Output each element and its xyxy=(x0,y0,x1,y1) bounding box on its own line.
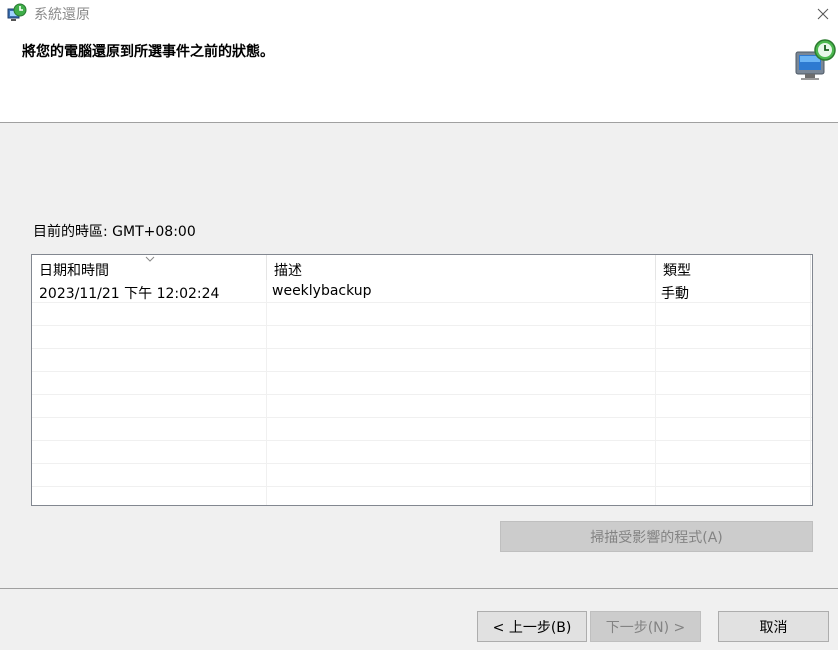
next-button[interactable]: 下一步(N) > xyxy=(590,611,701,642)
restore-points-list[interactable]: 日期和時間 描述 類型 2023/11/21 下午 12:02:24 weekl… xyxy=(31,254,813,506)
column-header-description[interactable]: 描述 xyxy=(267,255,656,280)
title-bar: 系統還原 xyxy=(0,0,838,28)
column-header-datetime-label: 日期和時間 xyxy=(39,263,109,279)
close-button[interactable] xyxy=(808,0,838,28)
empty-row xyxy=(32,418,812,441)
empty-row xyxy=(32,464,812,487)
footer-divider xyxy=(0,588,838,589)
empty-row xyxy=(32,349,812,372)
window-title: 系統還原 xyxy=(34,7,90,23)
cell-datetime: 2023/11/21 下午 12:02:24 xyxy=(39,286,220,302)
empty-row xyxy=(32,395,812,418)
instruction-text: 將您的電腦還原到所選事件之前的狀態。 xyxy=(22,44,274,60)
back-button[interactable]: < 上一步(B) xyxy=(477,611,587,642)
empty-row xyxy=(32,326,812,349)
timezone-label: 目前的時區: GMT+08:00 xyxy=(33,224,196,240)
sort-descending-icon xyxy=(145,256,155,262)
system-restore-app-icon xyxy=(7,3,27,21)
cell-type: 手動 xyxy=(661,286,689,302)
cancel-button[interactable]: 取消 xyxy=(718,611,829,642)
wizard-header: 將您的電腦還原到所選事件之前的狀態。 xyxy=(0,28,838,123)
table-row[interactable]: 2023/11/21 下午 12:02:24 weeklybackup 手動 xyxy=(32,280,812,303)
column-header-type[interactable]: 類型 xyxy=(656,255,811,280)
empty-row xyxy=(32,303,812,326)
close-icon xyxy=(817,8,829,20)
system-restore-icon xyxy=(795,39,836,80)
column-header-datetime[interactable]: 日期和時間 xyxy=(32,255,267,280)
empty-row xyxy=(32,372,812,395)
cell-description: weeklybackup xyxy=(272,283,372,299)
column-header-type-label: 類型 xyxy=(663,263,691,279)
scan-affected-programs-button[interactable]: 掃描受影響的程式(A) xyxy=(500,521,813,552)
column-header-description-label: 描述 xyxy=(274,263,302,279)
empty-row xyxy=(32,441,812,464)
